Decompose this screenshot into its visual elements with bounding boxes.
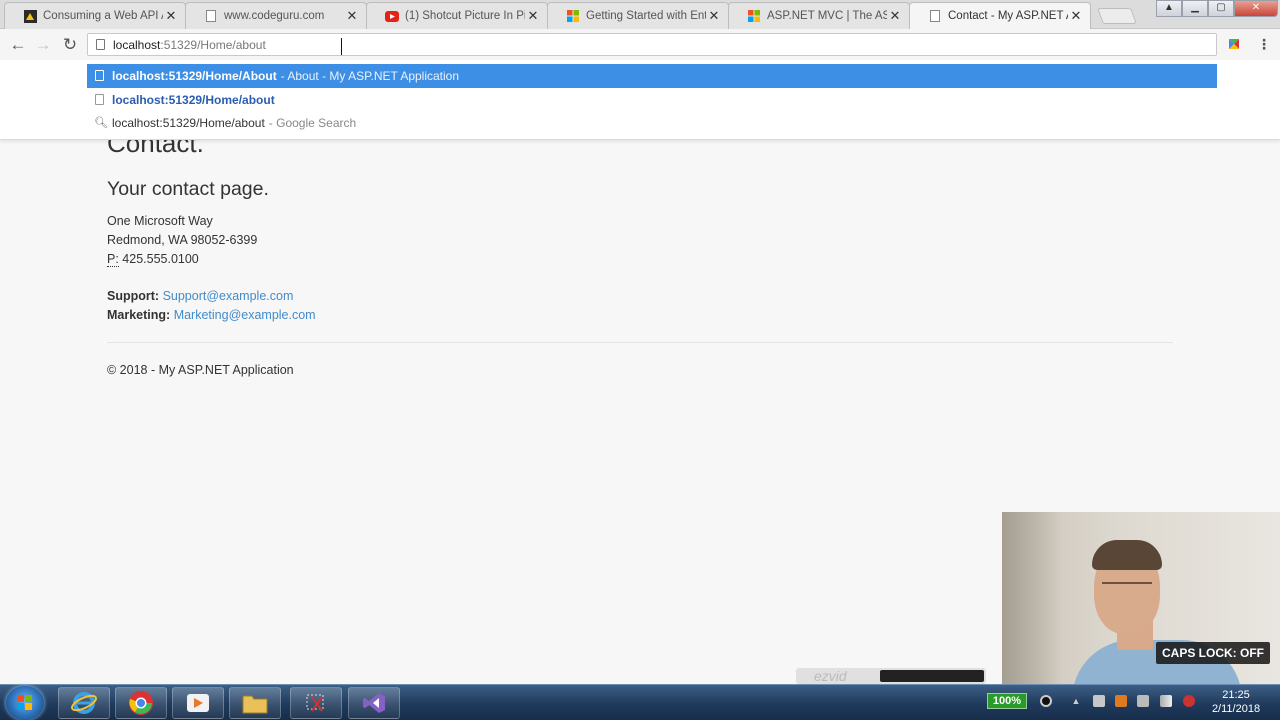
- tab-consuming-web-api[interactable]: Consuming a Web API A ✕: [4, 2, 186, 29]
- close-tab-icon[interactable]: ✕: [887, 8, 903, 24]
- browser-toolbar: ← → ↻ localhost:51329/Home/about: [0, 29, 1280, 60]
- tab-aspnet-mvc[interactable]: ASP.NET MVC | The ASP ✕: [728, 2, 910, 29]
- start-button[interactable]: [6, 686, 44, 720]
- tab-title: Contact - My ASP.NET A: [948, 10, 1068, 22]
- omnibox-suggestions: localhost:51329/Home/About - About - My …: [0, 60, 1280, 140]
- phone-number: 425.555.0100: [122, 252, 199, 266]
- clock-time: 21:25: [1222, 689, 1250, 701]
- recorder-brand: ezvid: [814, 668, 847, 684]
- divider: [107, 342, 1173, 343]
- close-tab-icon[interactable]: ✕: [706, 8, 722, 24]
- window-user-button[interactable]: ▲: [1156, 0, 1182, 17]
- tab-getting-started[interactable]: Getting Started with Ent ✕: [547, 2, 729, 29]
- maximize-button[interactable]: ▢: [1208, 0, 1234, 17]
- internet-explorer-icon[interactable]: [58, 687, 110, 719]
- close-window-button[interactable]: ✕: [1234, 0, 1278, 17]
- minimize-button[interactable]: ▁: [1182, 0, 1208, 17]
- tab-title: Getting Started with Ent: [586, 10, 706, 22]
- tab-codeguru[interactable]: www.codeguru.com ✕: [185, 2, 367, 29]
- media-player-icon[interactable]: [172, 687, 224, 719]
- snipping-tool-icon[interactable]: [290, 687, 342, 719]
- windows-logo-icon: [17, 695, 33, 711]
- address-line: One Microsoft Way: [107, 214, 213, 228]
- support-line: Support: Support@example.com: [107, 287, 316, 306]
- microsoft-icon: [747, 9, 761, 23]
- youtube-icon: [385, 9, 399, 23]
- back-arrow-icon[interactable]: ←: [7, 34, 29, 56]
- tab-strip: Consuming a Web API A ✕ www.codeguru.com…: [0, 0, 1280, 29]
- battery-indicator[interactable]: 100%: [987, 693, 1027, 709]
- suggestion-url: localhost:51329/Home/about: [112, 93, 275, 107]
- tab-title: www.codeguru.com: [224, 10, 325, 22]
- phone-abbr: P:: [107, 252, 119, 267]
- address-bar[interactable]: localhost:51329/Home/about: [87, 33, 1217, 56]
- microsoft-icon: [566, 9, 580, 23]
- phone-line: P: 425.555.0100: [107, 250, 257, 269]
- tab-shotcut[interactable]: (1) Shotcut Picture In Pic ✕: [366, 2, 548, 29]
- suggestion-url: localhost:51329/Home/About: [112, 69, 277, 83]
- recorder-toolbar[interactable]: ezvid: [796, 668, 986, 684]
- tab-contact[interactable]: Contact - My ASP.NET A ✕: [909, 2, 1091, 29]
- volume-muted-icon[interactable]: [1183, 695, 1195, 707]
- support-email-link[interactable]: Support@example.com: [163, 289, 294, 303]
- address-block: One Microsoft Way Redmond, WA 98052-6399…: [107, 212, 257, 269]
- close-tab-icon[interactable]: ✕: [344, 8, 360, 24]
- record-icon[interactable]: [1040, 695, 1052, 707]
- marketing-email-link[interactable]: Marketing@example.com: [174, 308, 316, 322]
- address-path: :51329/Home/about: [160, 38, 266, 52]
- page-icon: [928, 9, 942, 23]
- page-footer: © 2018 - My ASP.NET Application: [107, 363, 294, 377]
- caps-lock-indicator: CAPS LOCK: OFF: [1156, 642, 1270, 664]
- tray-app-icon[interactable]: [1093, 695, 1105, 707]
- suggestion-item[interactable]: 🔍︎ localhost:51329/Home/about - Google S…: [87, 111, 1217, 135]
- suggestion-description: - About - My ASP.NET Application: [280, 69, 460, 83]
- suggestion-item[interactable]: localhost:51329/Home/About - About - My …: [87, 64, 1217, 88]
- page-subtitle: Your contact page.: [107, 178, 269, 200]
- system-clock[interactable]: 21:25 2/11/2018: [1206, 688, 1266, 716]
- address-input[interactable]: localhost:51329/Home/about: [113, 38, 266, 52]
- recorder-controls[interactable]: [880, 670, 984, 682]
- page-icon: [204, 9, 218, 23]
- tab-title: (1) Shotcut Picture In Pic: [405, 10, 525, 22]
- page-icon: [95, 70, 104, 81]
- address-line: Redmond, WA 98052-6399: [107, 233, 258, 247]
- reload-icon[interactable]: ↻: [59, 34, 81, 56]
- new-tab-button[interactable]: [1097, 8, 1137, 24]
- close-tab-icon[interactable]: ✕: [1068, 8, 1084, 24]
- marketing-label: Marketing:: [107, 308, 171, 322]
- close-tab-icon[interactable]: ✕: [163, 8, 179, 24]
- forward-arrow-icon[interactable]: →: [32, 34, 54, 56]
- suggestion-description: - Google Search: [268, 116, 357, 130]
- support-label: Support:: [107, 289, 160, 303]
- windows-taskbar: [0, 684, 1280, 720]
- tab-title: Consuming a Web API A: [43, 10, 163, 22]
- chrome-icon[interactable]: [115, 687, 167, 719]
- more-menu-icon[interactable]: ⋮: [1257, 36, 1271, 52]
- file-explorer-icon[interactable]: [229, 687, 281, 719]
- tab-title: ASP.NET MVC | The ASP: [767, 10, 887, 22]
- visual-studio-icon[interactable]: [348, 687, 400, 719]
- extension-icon[interactable]: [1226, 36, 1242, 52]
- codeguru-favicon-icon: [23, 9, 37, 23]
- network-icon[interactable]: [1160, 695, 1172, 707]
- page-icon: [96, 39, 105, 50]
- contact-emails: Support: Support@example.com Marketing: …: [107, 287, 316, 325]
- text-cursor-icon: [341, 38, 346, 55]
- close-tab-icon[interactable]: ✕: [525, 8, 541, 24]
- marketing-line: Marketing: Marketing@example.com: [107, 306, 316, 325]
- tray-app-icon[interactable]: [1137, 695, 1149, 707]
- search-icon: 🔍︎: [94, 117, 108, 129]
- clock-date: 2/11/2018: [1211, 703, 1261, 715]
- page-icon: [95, 94, 104, 105]
- tray-app-icon[interactable]: [1115, 695, 1127, 707]
- show-hidden-icons[interactable]: ▲: [1070, 695, 1082, 707]
- address-host: localhost: [113, 38, 161, 52]
- suggestion-item[interactable]: localhost:51329/Home/about: [87, 88, 1217, 112]
- suggestion-query: localhost:51329/Home/about: [112, 116, 265, 130]
